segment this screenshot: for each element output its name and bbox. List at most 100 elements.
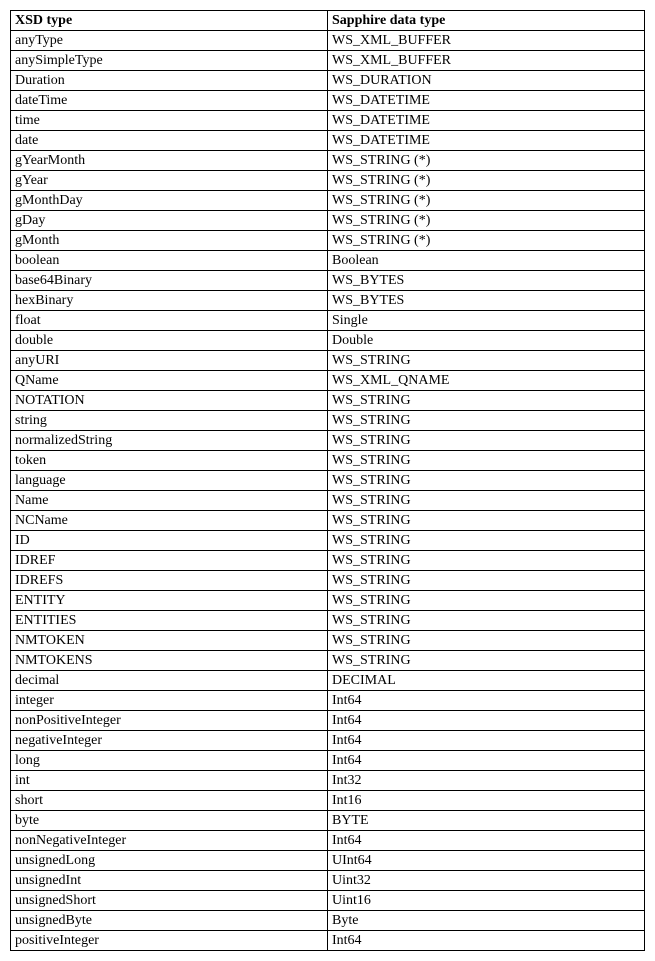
cell-xsd-type: ENTITIES — [11, 611, 328, 631]
cell-xsd-type: language — [11, 471, 328, 491]
table-row: unsignedByteByte — [11, 911, 645, 931]
cell-xsd-type: NCName — [11, 511, 328, 531]
cell-xsd-type: int — [11, 771, 328, 791]
header-xsd-type: XSD type — [11, 11, 328, 31]
cell-sapphire-type: Double — [328, 331, 645, 351]
cell-xsd-type: NOTATION — [11, 391, 328, 411]
cell-sapphire-type: WS_STRING (*) — [328, 231, 645, 251]
table-row: decimalDECIMAL — [11, 671, 645, 691]
table-row: gMonthWS_STRING (*) — [11, 231, 645, 251]
cell-xsd-type: QName — [11, 371, 328, 391]
type-mapping-table: XSD type Sapphire data type anyTypeWS_XM… — [10, 10, 645, 951]
table-row: NMTOKENSWS_STRING — [11, 651, 645, 671]
cell-sapphire-type: WS_STRING — [328, 511, 645, 531]
cell-xsd-type: gYear — [11, 171, 328, 191]
cell-xsd-type: IDREFS — [11, 571, 328, 591]
cell-xsd-type: Name — [11, 491, 328, 511]
table-row: stringWS_STRING — [11, 411, 645, 431]
table-row: nonPositiveIntegerInt64 — [11, 711, 645, 731]
cell-sapphire-type: WS_DATETIME — [328, 131, 645, 151]
cell-sapphire-type: WS_STRING — [328, 351, 645, 371]
cell-xsd-type: time — [11, 111, 328, 131]
cell-xsd-type: ENTITY — [11, 591, 328, 611]
table-row: base64BinaryWS_BYTES — [11, 271, 645, 291]
cell-sapphire-type: Int64 — [328, 731, 645, 751]
cell-sapphire-type: WS_BYTES — [328, 291, 645, 311]
cell-sapphire-type: WS_STRING — [328, 451, 645, 471]
table-row: anySimpleTypeWS_XML_BUFFER — [11, 51, 645, 71]
table-row: unsignedIntUint32 — [11, 871, 645, 891]
cell-xsd-type: hexBinary — [11, 291, 328, 311]
cell-sapphire-type: Single — [328, 311, 645, 331]
cell-xsd-type: unsignedByte — [11, 911, 328, 931]
cell-xsd-type: negativeInteger — [11, 731, 328, 751]
table-row: IDWS_STRING — [11, 531, 645, 551]
cell-xsd-type: date — [11, 131, 328, 151]
cell-xsd-type: unsignedShort — [11, 891, 328, 911]
cell-sapphire-type: Int64 — [328, 691, 645, 711]
cell-sapphire-type: Int64 — [328, 931, 645, 951]
cell-xsd-type: double — [11, 331, 328, 351]
cell-sapphire-type: WS_STRING — [328, 611, 645, 631]
table-row: gYearMonthWS_STRING (*) — [11, 151, 645, 171]
cell-sapphire-type: WS_BYTES — [328, 271, 645, 291]
cell-xsd-type: IDREF — [11, 551, 328, 571]
cell-sapphire-type: WS_DATETIME — [328, 111, 645, 131]
cell-xsd-type: NMTOKENS — [11, 651, 328, 671]
table-row: IDREFSWS_STRING — [11, 571, 645, 591]
cell-sapphire-type: WS_STRING (*) — [328, 151, 645, 171]
cell-xsd-type: gDay — [11, 211, 328, 231]
cell-xsd-type: string — [11, 411, 328, 431]
cell-xsd-type: anyType — [11, 31, 328, 51]
table-row: floatSingle — [11, 311, 645, 331]
table-row: NMTOKENWS_STRING — [11, 631, 645, 651]
table-row: hexBinary WS_BYTES — [11, 291, 645, 311]
cell-xsd-type: NMTOKEN — [11, 631, 328, 651]
cell-sapphire-type: WS_DURATION — [328, 71, 645, 91]
table-row: byteBYTE — [11, 811, 645, 831]
cell-xsd-type: Duration — [11, 71, 328, 91]
table-row: nonNegativeIntegerInt64 — [11, 831, 645, 851]
cell-xsd-type: float — [11, 311, 328, 331]
table-row: intInt32 — [11, 771, 645, 791]
table-row: IDREFWS_STRING — [11, 551, 645, 571]
table-header-row: XSD type Sapphire data type — [11, 11, 645, 31]
table-row: tokenWS_STRING — [11, 451, 645, 471]
cell-sapphire-type: WS_STRING (*) — [328, 191, 645, 211]
cell-sapphire-type: Int64 — [328, 751, 645, 771]
cell-sapphire-type: Uint16 — [328, 891, 645, 911]
cell-xsd-type: anySimpleType — [11, 51, 328, 71]
table-row: normalizedStringWS_STRING — [11, 431, 645, 451]
cell-sapphire-type: Int64 — [328, 831, 645, 851]
cell-xsd-type: unsignedInt — [11, 871, 328, 891]
cell-sapphire-type: BYTE — [328, 811, 645, 831]
cell-xsd-type: integer — [11, 691, 328, 711]
table-row: integerInt64 — [11, 691, 645, 711]
cell-xsd-type: gMonth — [11, 231, 328, 251]
cell-sapphire-type: WS_STRING — [328, 631, 645, 651]
cell-sapphire-type: WS_STRING — [328, 651, 645, 671]
cell-xsd-type: normalizedString — [11, 431, 328, 451]
cell-sapphire-type: Byte — [328, 911, 645, 931]
table-row: longInt64 — [11, 751, 645, 771]
cell-xsd-type: long — [11, 751, 328, 771]
cell-sapphire-type: UInt64 — [328, 851, 645, 871]
cell-sapphire-type: Int64 — [328, 711, 645, 731]
cell-xsd-type: unsignedLong — [11, 851, 328, 871]
cell-xsd-type: dateTime — [11, 91, 328, 111]
cell-xsd-type: token — [11, 451, 328, 471]
table-row: gMonthDayWS_STRING (*) — [11, 191, 645, 211]
table-row: gDayWS_STRING (*) — [11, 211, 645, 231]
table-row: negativeIntegerInt64 — [11, 731, 645, 751]
cell-xsd-type: gMonthDay — [11, 191, 328, 211]
cell-sapphire-type: WS_STRING — [328, 491, 645, 511]
header-sapphire-type: Sapphire data type — [328, 11, 645, 31]
cell-sapphire-type: Uint32 — [328, 871, 645, 891]
table-row: shortInt16 — [11, 791, 645, 811]
cell-xsd-type: positiveInteger — [11, 931, 328, 951]
cell-sapphire-type: WS_DATETIME — [328, 91, 645, 111]
cell-sapphire-type: Int16 — [328, 791, 645, 811]
table-row: NameWS_STRING — [11, 491, 645, 511]
cell-sapphire-type: WS_XML_BUFFER — [328, 51, 645, 71]
cell-xsd-type: ID — [11, 531, 328, 551]
